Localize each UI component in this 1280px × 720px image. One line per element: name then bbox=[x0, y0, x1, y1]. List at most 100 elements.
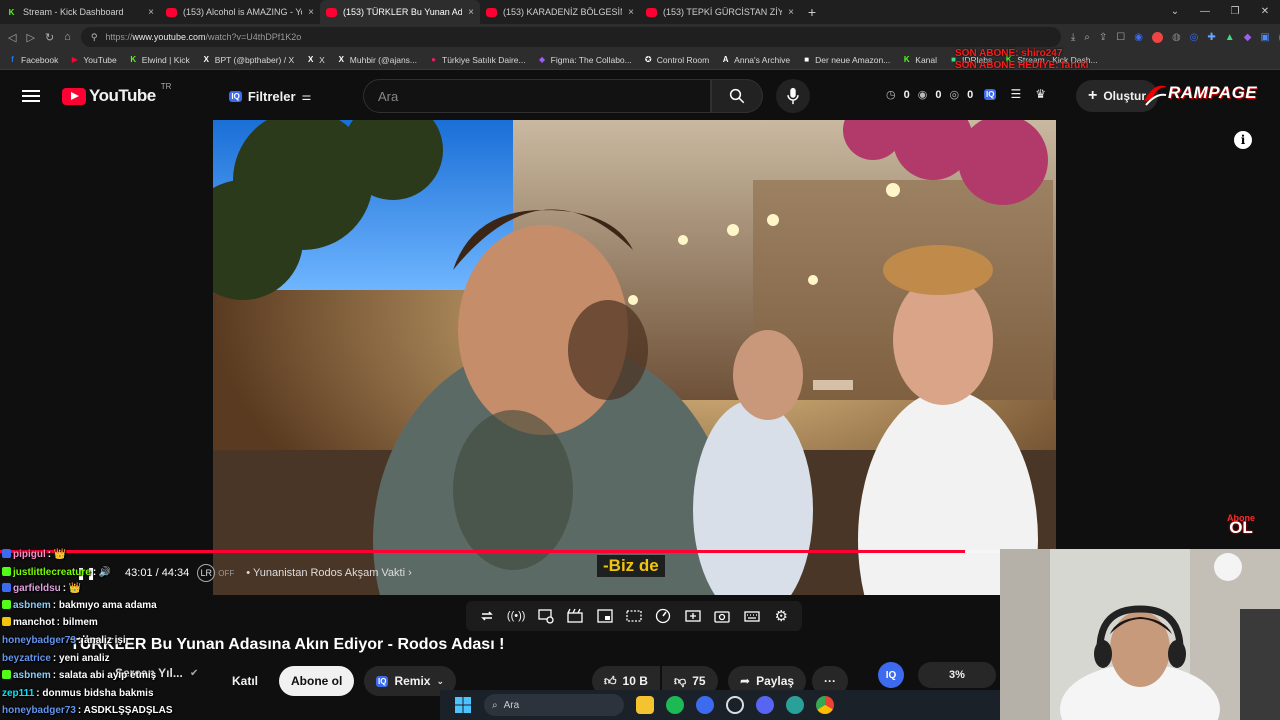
browser-tab[interactable]: (153) TEPKİ GÜRCİSTAN ZİYARE × bbox=[640, 0, 800, 24]
chat-badge-icon bbox=[2, 670, 11, 679]
tab-close-icon[interactable]: × bbox=[148, 7, 154, 18]
bookmark-item[interactable]: K Kanal bbox=[902, 55, 937, 65]
gear-icon[interactable]: ⚙ bbox=[772, 607, 790, 625]
extension-a-icon[interactable]: ◉ bbox=[1134, 32, 1143, 43]
file-explorer-icon[interactable] bbox=[636, 696, 654, 714]
bookmark-item[interactable]: f Facebook bbox=[8, 55, 58, 65]
tab-close-icon[interactable]: × bbox=[308, 7, 314, 18]
bookmark-item[interactable]: XX bbox=[306, 55, 325, 65]
bookmark-label: Facebook bbox=[21, 54, 59, 65]
bookmark-item[interactable]: ● Türkiye Satılık Daire... bbox=[429, 55, 526, 65]
puzzle-icon[interactable]: ✚ bbox=[1207, 32, 1215, 43]
back-icon[interactable]: ◁ bbox=[8, 31, 16, 44]
browser-tab[interactable]: (153) KARADENİZ BÖLGESİNİN × bbox=[480, 0, 640, 24]
tab-close-icon[interactable]: × bbox=[788, 7, 794, 18]
subscribe-watermark[interactable]: Abone OL bbox=[1227, 513, 1255, 536]
obs-icon[interactable] bbox=[726, 696, 744, 714]
chrome-active-icon[interactable] bbox=[696, 696, 714, 714]
download-icon[interactable]: ⤓ bbox=[1071, 32, 1075, 43]
info-icon[interactable]: i bbox=[1234, 131, 1252, 149]
eye-screen-icon[interactable] bbox=[537, 607, 555, 625]
chrome-icon[interactable] bbox=[816, 696, 834, 714]
bookmark-icon[interactable]: ☐ bbox=[1116, 32, 1125, 43]
voice-search-button[interactable] bbox=[776, 79, 810, 113]
keyboard-icon[interactable] bbox=[743, 607, 761, 625]
youtube-logo[interactable]: YouTube TR bbox=[62, 82, 171, 106]
camera-icon[interactable] bbox=[713, 607, 731, 625]
browser-tab[interactable]: K Stream - Kick Dashboard × bbox=[0, 0, 160, 24]
search-input[interactable]: Ara bbox=[363, 79, 711, 113]
minimize-icon[interactable]: — bbox=[1190, 0, 1220, 24]
repeat-icon[interactable] bbox=[478, 607, 496, 625]
sidebar-icon[interactable]: ▣ bbox=[1260, 32, 1269, 43]
iq-circle-icon[interactable]: IQ bbox=[878, 662, 904, 688]
logo-text: YouTube bbox=[89, 86, 156, 105]
chat-message: beyzatrice: yeni analiz bbox=[2, 653, 110, 664]
bookmark-item[interactable]: ■ Der neue Amazon... bbox=[802, 55, 890, 65]
taskbar-search[interactable]: ⌕ Ara bbox=[484, 694, 624, 716]
bookmark-favicon-icon: ● bbox=[431, 55, 436, 64]
chevron-down-icon[interactable]: ⌄ bbox=[1160, 0, 1190, 24]
extension-d-icon[interactable]: ◎ bbox=[1190, 32, 1199, 43]
extension-e-icon[interactable]: ▲ bbox=[1225, 32, 1235, 43]
rampage-text: RAMPAGE bbox=[1168, 83, 1258, 102]
discord-icon[interactable] bbox=[756, 696, 774, 714]
hamburger-menu-icon[interactable] bbox=[22, 87, 40, 105]
close-window-icon[interactable]: ✕ bbox=[1250, 0, 1280, 24]
reload-icon[interactable]: ↻ bbox=[45, 31, 54, 44]
home-icon[interactable]: ⌂ bbox=[64, 31, 71, 43]
webcam-illustration bbox=[1000, 549, 1280, 720]
bookmark-item[interactable]: ◆ Figma: The Collabo... bbox=[538, 55, 632, 65]
list-icon[interactable]: ☰ bbox=[1010, 87, 1021, 101]
restore-icon[interactable]: ❐ bbox=[1220, 0, 1250, 24]
browser-tab[interactable]: (153) TÜRKLER Bu Yunan Ad × bbox=[320, 0, 480, 24]
dislike-count: 75 bbox=[692, 674, 706, 688]
chat-text: : yeni analiz bbox=[52, 653, 110, 664]
extension-c-icon[interactable]: ◍ bbox=[1172, 32, 1181, 43]
bookmark-item[interactable]: X Muhbir (@ajans... bbox=[337, 55, 417, 65]
eye-icon: ◉ bbox=[917, 89, 928, 101]
search-button[interactable] bbox=[711, 79, 763, 113]
tab-close-icon[interactable]: × bbox=[628, 7, 634, 18]
bookmark-label: Anna's Archive bbox=[734, 54, 791, 65]
url-field[interactable]: ⚲ https://www.youtube.com/watch?v=U4thDP… bbox=[80, 27, 1061, 47]
spotify-icon[interactable] bbox=[666, 696, 684, 714]
share-page-icon[interactable]: ⇪ bbox=[1099, 32, 1107, 43]
bookmark-item[interactable]: ✪ Control Room bbox=[644, 55, 709, 65]
bookmark-item[interactable]: X BPT (@bpthaber) / X bbox=[202, 55, 295, 65]
clapper-icon[interactable] bbox=[566, 607, 584, 625]
extension-f-icon[interactable]: ◆ bbox=[1244, 32, 1252, 43]
bookmark-item[interactable]: K Elwind | Kick bbox=[129, 55, 189, 65]
chat-text: : 👑 bbox=[62, 583, 82, 594]
chat-text: : ASDKLŞŞADŞLAS bbox=[77, 705, 173, 716]
chat-username: garfieldsu bbox=[13, 583, 61, 594]
share-icon: ➦ bbox=[740, 674, 751, 688]
zoom-icon[interactable]: ⌕ bbox=[1084, 32, 1090, 43]
eye-off-icon: ◎ bbox=[949, 89, 960, 101]
iq-header-icon[interactable]: IQ bbox=[984, 88, 997, 100]
tab-label: (153) KARADENİZ BÖLGESİNİN bbox=[503, 7, 622, 17]
trophy-icon[interactable]: ♛ bbox=[1035, 87, 1046, 101]
theater-icon[interactable] bbox=[625, 607, 643, 625]
filters-button[interactable]: IQ Filtreler ⚌ bbox=[221, 81, 319, 111]
forward-icon[interactable]: ▷ bbox=[26, 31, 34, 44]
chat-text: : analiz işi bbox=[77, 635, 126, 646]
app-globe-icon[interactable] bbox=[786, 696, 804, 714]
rampage-logo: RAMPAGE bbox=[1140, 79, 1280, 109]
header-right-icons: IQ ☰ ♛ bbox=[984, 87, 1046, 101]
pip-icon[interactable] bbox=[596, 607, 614, 625]
iq-percent-badge: 3% bbox=[918, 662, 996, 688]
tab-close-icon[interactable]: × bbox=[468, 7, 474, 18]
new-tab-button[interactable]: + bbox=[800, 4, 824, 20]
bookmark-item[interactable]: A Anna's Archive bbox=[721, 55, 790, 65]
bookmark-item[interactable]: ▶ YouTube bbox=[70, 55, 117, 65]
windows-start-icon[interactable] bbox=[454, 696, 472, 714]
speed-icon[interactable] bbox=[654, 607, 672, 625]
add-frame-icon[interactable] bbox=[684, 607, 702, 625]
video-player[interactable] bbox=[213, 120, 1056, 595]
extension-b-icon[interactable] bbox=[1151, 31, 1163, 43]
browser-tab[interactable]: (153) Alcohol is AMAZING - You × bbox=[160, 0, 320, 24]
site-info-icon[interactable]: ⚲ bbox=[91, 32, 98, 43]
audio-icon[interactable]: ((•)) bbox=[507, 607, 526, 625]
stats-counters: ◷ 0 ◉ 0 ◎ 0 bbox=[886, 88, 973, 102]
